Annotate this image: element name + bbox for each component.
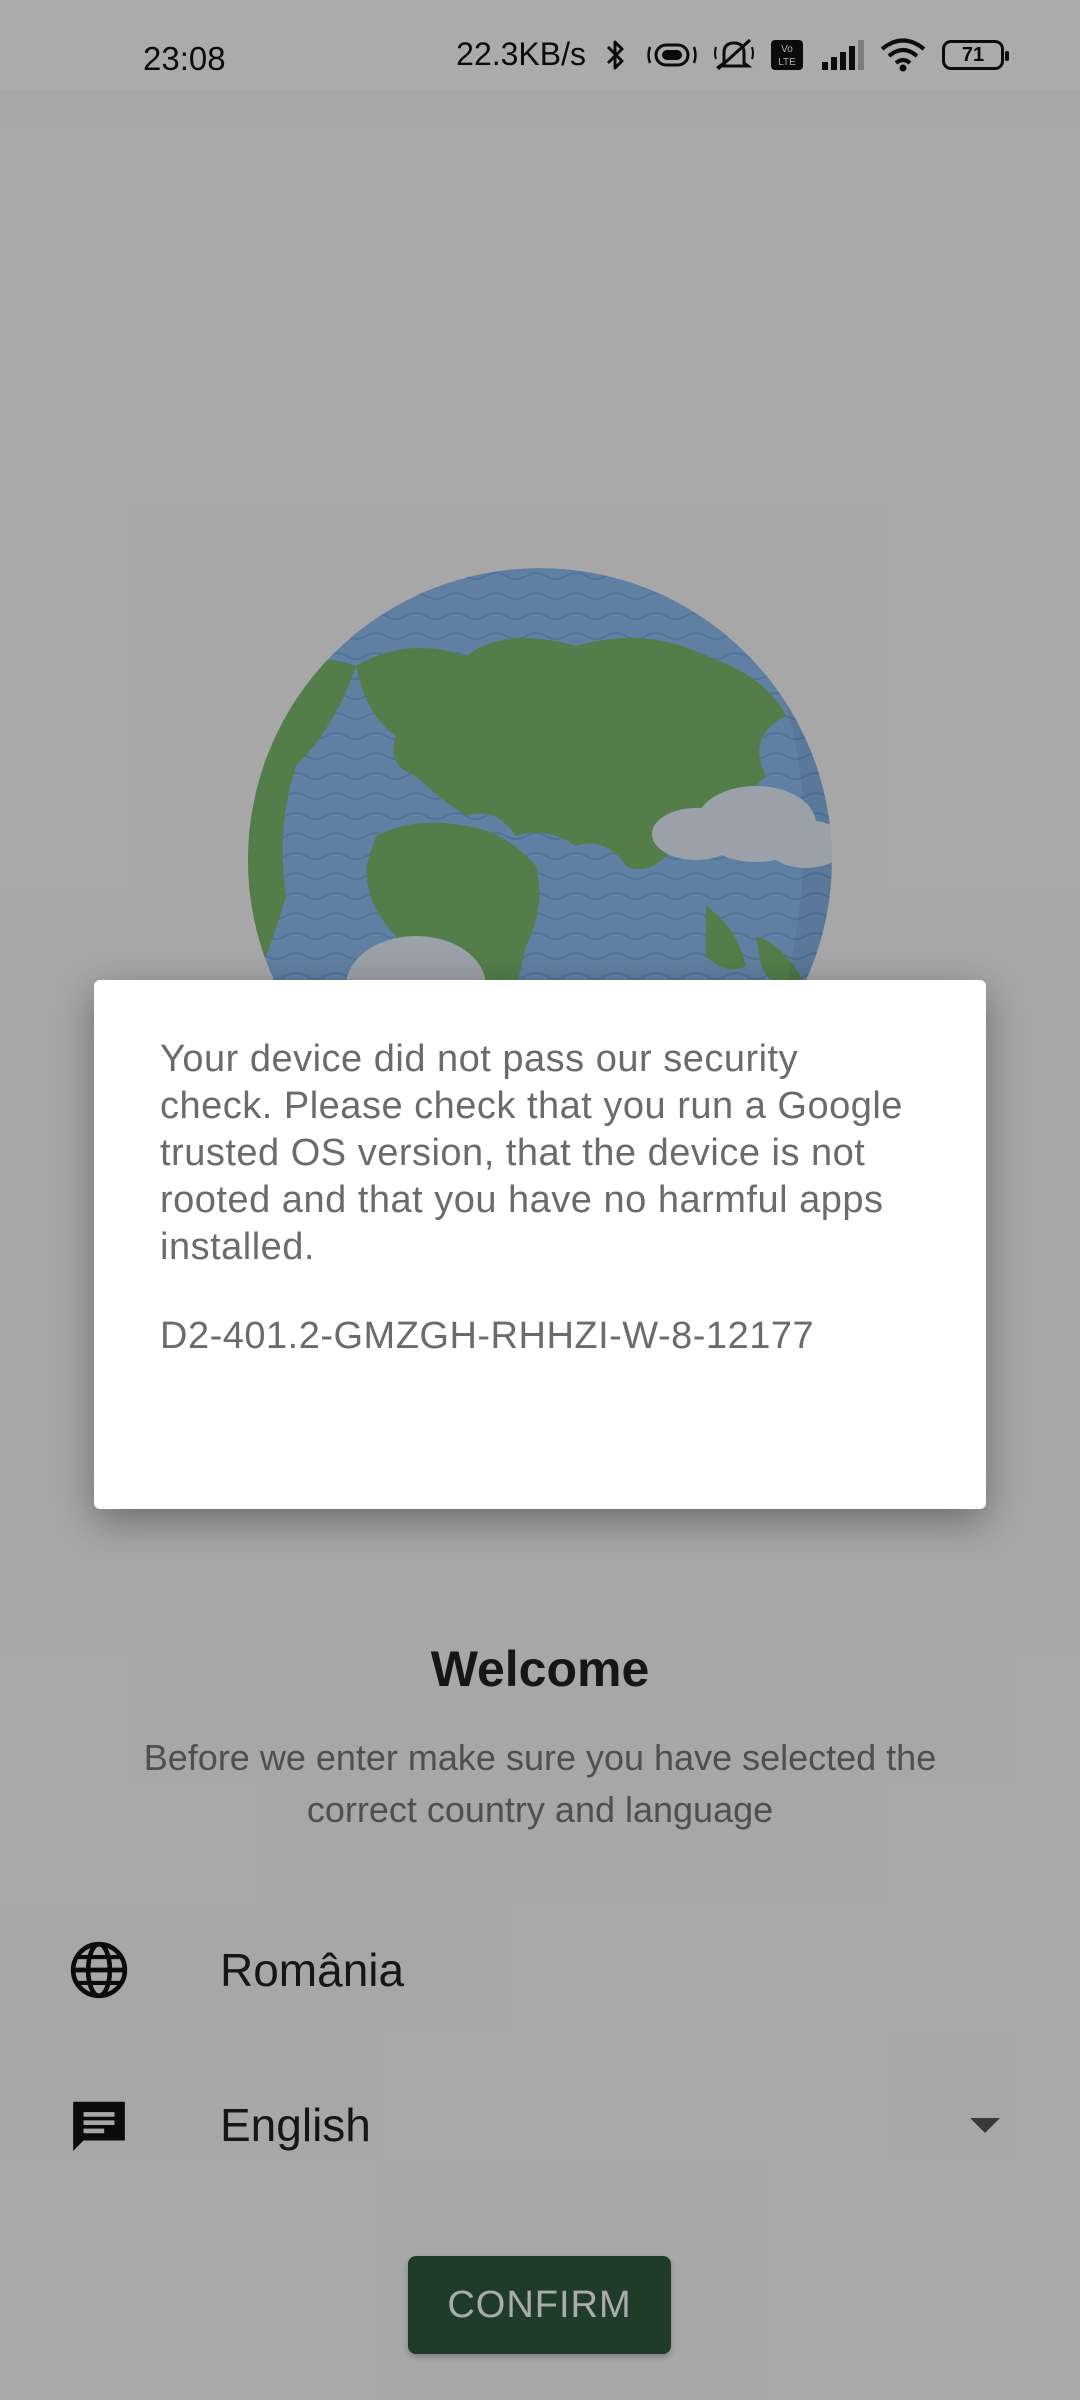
dialog-error-code: D2-401.2-GMZGH-RHHZI-W-8-12177 xyxy=(160,1315,815,1357)
app-screen: 23:08 22.3KB/s Vo LTE 71 Welcome Before … xyxy=(0,0,1080,2400)
security-check-dialog: Your device did not pass our security ch… xyxy=(94,980,986,1509)
dialog-message: Your device did not pass our security ch… xyxy=(160,1038,903,1268)
